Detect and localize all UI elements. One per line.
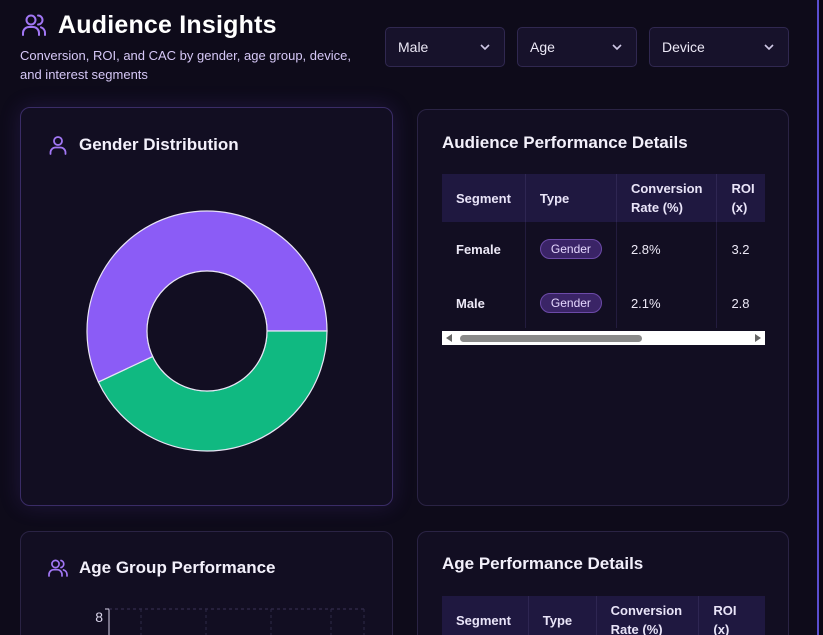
age-bar-chart: 8 bbox=[95, 608, 365, 635]
page-subtitle: Conversion, ROI, and CAC by gender, age … bbox=[20, 48, 351, 82]
segment-cell: Female bbox=[442, 222, 526, 276]
audience-table: Segment Type Conversion Rate (%) ROI (x)… bbox=[442, 174, 765, 328]
column-header[interactable]: ROI (x) bbox=[716, 174, 765, 222]
donut-hole bbox=[146, 270, 268, 392]
audience-table-title: Audience Performance Details bbox=[442, 133, 688, 152]
chevron-down-icon bbox=[764, 44, 774, 51]
page-title: Audience Insights bbox=[58, 10, 277, 39]
device-filter-value: Device bbox=[662, 39, 705, 55]
audience-table-scroll[interactable]: Segment Type Conversion Rate (%) ROI (x)… bbox=[442, 174, 765, 328]
age-table-title: Age Performance Details bbox=[442, 554, 644, 573]
age-group-performance-card: Age Group Performance 8 bbox=[20, 531, 393, 635]
column-header[interactable]: Conversion Rate (%) bbox=[616, 174, 718, 222]
window-edge bbox=[817, 0, 823, 635]
page-header: Audience Insights Conversion, ROI, and C… bbox=[20, 8, 380, 84]
column-header[interactable]: Conversion Rate (%) bbox=[596, 596, 700, 635]
scroll-right-arrow-icon[interactable] bbox=[755, 334, 761, 342]
scroll-left-arrow-icon[interactable] bbox=[446, 334, 452, 342]
age-performance-card: Age Performance Details Segment Type Con… bbox=[417, 531, 789, 635]
column-header[interactable]: Type bbox=[528, 596, 597, 635]
device-filter-select[interactable]: Device bbox=[649, 27, 789, 67]
age-filter-value: Age bbox=[530, 39, 555, 55]
gender-distribution-card: Gender Distribution bbox=[20, 107, 393, 506]
gender-filter-value: Male bbox=[398, 39, 429, 55]
roi-cell: 3.2 bbox=[731, 241, 750, 257]
y-tick-label: 8 bbox=[95, 609, 103, 625]
type-cell: Gender bbox=[525, 222, 617, 276]
conversion-cell: 2.1% bbox=[616, 276, 718, 328]
conversion-cell: 2.8% bbox=[616, 222, 718, 276]
column-header[interactable]: Type bbox=[525, 174, 617, 222]
table-row[interactable]: Female Gender 2.8% 3.2 bbox=[442, 222, 765, 276]
scrollbar-thumb[interactable] bbox=[460, 335, 642, 342]
gender-donut-chart bbox=[86, 210, 328, 452]
table-row[interactable]: Male Gender 2.1% 2.8 bbox=[442, 276, 765, 328]
type-badge: Gender bbox=[539, 293, 602, 313]
horizontal-scrollbar[interactable] bbox=[442, 331, 765, 345]
column-header[interactable]: Segment bbox=[442, 596, 529, 635]
type-badge: Gender bbox=[539, 239, 602, 259]
chevron-down-icon bbox=[612, 44, 622, 51]
age-table-scroll[interactable]: Segment Type Conversion Rate (%) ROI (x) bbox=[442, 596, 765, 635]
type-cell: Gender bbox=[525, 276, 617, 328]
segment-cell: Male bbox=[442, 276, 526, 328]
age-table: Segment Type Conversion Rate (%) ROI (x) bbox=[442, 596, 765, 635]
users-icon bbox=[22, 14, 47, 36]
age-filter-select[interactable]: Age bbox=[517, 27, 637, 67]
gender-filter-select[interactable]: Male bbox=[385, 27, 505, 67]
roi-cell: 2.8 bbox=[731, 295, 750, 311]
column-header[interactable]: Segment bbox=[442, 174, 526, 222]
column-header[interactable]: ROI (x) bbox=[698, 596, 765, 635]
chevron-down-icon bbox=[480, 44, 490, 51]
audience-performance-card: Audience Performance Details Segment Typ… bbox=[417, 109, 789, 506]
